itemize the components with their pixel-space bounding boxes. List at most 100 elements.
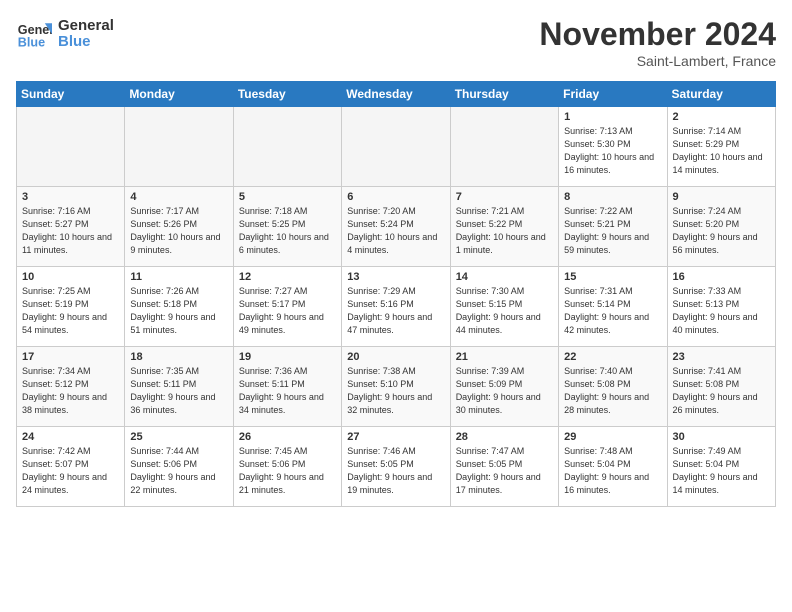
day-number: 14 <box>456 271 553 283</box>
day-info: Sunrise: 7:48 AMSunset: 5:04 PMDaylight:… <box>564 445 661 497</box>
calendar-cell <box>233 107 341 187</box>
day-number: 22 <box>564 351 661 363</box>
day-number: 10 <box>22 271 119 283</box>
day-number: 8 <box>564 191 661 203</box>
calendar-cell: 30 Sunrise: 7:49 AMSunset: 5:04 PMDayligh… <box>667 427 775 507</box>
day-number: 28 <box>456 431 553 443</box>
calendar-cell: 14 Sunrise: 7:30 AMSunset: 5:15 PMDayligh… <box>450 267 558 347</box>
calendar-cell: 3Sunrise: 7:16 AMSunset: 5:27 PMDaylight… <box>17 187 125 267</box>
day-info: Sunrise: 7:45 AMSunset: 5:06 PMDaylight:… <box>239 445 336 497</box>
day-info: Sunrise: 7:25 AMSunset: 5:19 PMDaylight:… <box>22 285 119 337</box>
day-info: Sunrise: 7:21 AMSunset: 5:22 PMDaylight:… <box>456 205 553 257</box>
calendar-cell: 4Sunrise: 7:17 AMSunset: 5:26 PMDaylight… <box>125 187 233 267</box>
day-info: Sunrise: 7:22 AMSunset: 5:21 PMDaylight:… <box>564 205 661 257</box>
logo-icon: General Blue <box>16 16 52 52</box>
day-number: 21 <box>456 351 553 363</box>
day-number: 16 <box>673 271 770 283</box>
calendar-cell <box>17 107 125 187</box>
calendar-table: SundayMondayTuesdayWednesdayThursdayFrid… <box>16 81 776 507</box>
day-info: Sunrise: 7:13 AMSunset: 5:30 PMDaylight:… <box>564 125 661 177</box>
day-info: Sunrise: 7:31 AMSunset: 5:14 PMDaylight:… <box>564 285 661 337</box>
calendar-cell: 10 Sunrise: 7:25 AMSunset: 5:19 PMDayligh… <box>17 267 125 347</box>
day-number: 2 <box>673 111 770 123</box>
calendar-cell: 18 Sunrise: 7:35 AMSunset: 5:11 PMDayligh… <box>125 347 233 427</box>
day-number: 17 <box>22 351 119 363</box>
svg-text:Blue: Blue <box>18 36 45 50</box>
header-friday: Friday <box>559 82 667 107</box>
calendar-cell: 15 Sunrise: 7:31 AMSunset: 5:14 PMDayligh… <box>559 267 667 347</box>
calendar-cell: 25Sunrise: 7:44 AMSunset: 5:06 PMDayligh… <box>125 427 233 507</box>
day-number: 24 <box>22 431 119 443</box>
day-info: Sunrise: 7:49 AMSunset: 5:04 PMDaylight:… <box>673 445 770 497</box>
day-info: Sunrise: 7:30 AMSunset: 5:15 PMDaylight:… <box>456 285 553 337</box>
day-info: Sunrise: 7:40 AMSunset: 5:08 PMDaylight:… <box>564 365 661 417</box>
calendar-cell: 9 Sunrise: 7:24 AMSunset: 5:20 PMDaylight… <box>667 187 775 267</box>
calendar-cell: 12 Sunrise: 7:27 AMSunset: 5:17 PMDayligh… <box>233 267 341 347</box>
header-sunday: Sunday <box>17 82 125 107</box>
calendar-cell <box>125 107 233 187</box>
calendar-cell: 22 Sunrise: 7:40 AMSunset: 5:08 PMDayligh… <box>559 347 667 427</box>
day-info: Sunrise: 7:46 AMSunset: 5:05 PMDaylight:… <box>347 445 444 497</box>
calendar-cell: 20 Sunrise: 7:38 AMSunset: 5:10 PMDayligh… <box>342 347 450 427</box>
day-info: Sunrise: 7:36 AMSunset: 5:11 PMDaylight:… <box>239 365 336 417</box>
calendar-cell: 28 Sunrise: 7:47 AMSunset: 5:05 PMDayligh… <box>450 427 558 507</box>
day-number: 12 <box>239 271 336 283</box>
day-info: Sunrise: 7:16 AMSunset: 5:27 PMDaylight:… <box>22 205 119 257</box>
day-info: Sunrise: 7:17 AMSunset: 5:26 PMDaylight:… <box>130 205 227 257</box>
calendar-cell: 5Sunrise: 7:18 AMSunset: 5:25 PMDaylight… <box>233 187 341 267</box>
header-saturday: Saturday <box>667 82 775 107</box>
day-info: Sunrise: 7:39 AMSunset: 5:09 PMDaylight:… <box>456 365 553 417</box>
calendar-cell <box>450 107 558 187</box>
calendar-cell: 16 Sunrise: 7:33 AMSunset: 5:13 PMDayligh… <box>667 267 775 347</box>
day-number: 13 <box>347 271 444 283</box>
calendar-cell: 23 Sunrise: 7:41 AMSunset: 5:08 PMDayligh… <box>667 347 775 427</box>
day-number: 1 <box>564 111 661 123</box>
day-number: 19 <box>239 351 336 363</box>
day-number: 9 <box>673 191 770 203</box>
day-info: Sunrise: 7:41 AMSunset: 5:08 PMDaylight:… <box>673 365 770 417</box>
calendar-header: SundayMondayTuesdayWednesdayThursdayFrid… <box>17 82 776 107</box>
calendar-cell: 24 Sunrise: 7:42 AMSunset: 5:07 PMDayligh… <box>17 427 125 507</box>
day-number: 11 <box>130 271 227 283</box>
day-number: 27 <box>347 431 444 443</box>
day-info: Sunrise: 7:35 AMSunset: 5:11 PMDaylight:… <box>130 365 227 417</box>
day-number: 23 <box>673 351 770 363</box>
calendar-cell: 29 Sunrise: 7:48 AMSunset: 5:04 PMDayligh… <box>559 427 667 507</box>
day-number: 30 <box>673 431 770 443</box>
day-info: Sunrise: 7:34 AMSunset: 5:12 PMDaylight:… <box>22 365 119 417</box>
day-info: Sunrise: 7:27 AMSunset: 5:17 PMDaylight:… <box>239 285 336 337</box>
day-info: Sunrise: 7:38 AMSunset: 5:10 PMDaylight:… <box>347 365 444 417</box>
day-info: Sunrise: 7:18 AMSunset: 5:25 PMDaylight:… <box>239 205 336 257</box>
calendar-cell: 21 Sunrise: 7:39 AMSunset: 5:09 PMDayligh… <box>450 347 558 427</box>
calendar-cell: 17 Sunrise: 7:34 AMSunset: 5:12 PMDayligh… <box>17 347 125 427</box>
header-wednesday: Wednesday <box>342 82 450 107</box>
day-info: Sunrise: 7:44 AMSunset: 5:06 PMDaylight:… <box>130 445 227 497</box>
calendar-cell <box>342 107 450 187</box>
calendar-cell: 19 Sunrise: 7:36 AMSunset: 5:11 PMDayligh… <box>233 347 341 427</box>
day-info: Sunrise: 7:29 AMSunset: 5:16 PMDaylight:… <box>347 285 444 337</box>
day-number: 26 <box>239 431 336 443</box>
day-number: 29 <box>564 431 661 443</box>
month-title: November 2024 <box>539 16 776 53</box>
logo: General Blue General Blue <box>16 16 114 52</box>
day-info: Sunrise: 7:47 AMSunset: 5:05 PMDaylight:… <box>456 445 553 497</box>
day-info: Sunrise: 7:33 AMSunset: 5:13 PMDaylight:… <box>673 285 770 337</box>
page-header: General Blue General Blue November 2024 … <box>16 16 776 69</box>
location: Saint-Lambert, France <box>539 53 776 69</box>
header-monday: Monday <box>125 82 233 107</box>
day-info: Sunrise: 7:24 AMSunset: 5:20 PMDaylight:… <box>673 205 770 257</box>
day-number: 15 <box>564 271 661 283</box>
calendar-cell: 27 Sunrise: 7:46 AMSunset: 5:05 PMDayligh… <box>342 427 450 507</box>
day-info: Sunrise: 7:42 AMSunset: 5:07 PMDaylight:… <box>22 445 119 497</box>
calendar-cell: 13 Sunrise: 7:29 AMSunset: 5:16 PMDayligh… <box>342 267 450 347</box>
calendar-cell: 6 Sunrise: 7:20 AMSunset: 5:24 PMDaylight… <box>342 187 450 267</box>
header-tuesday: Tuesday <box>233 82 341 107</box>
day-number: 20 <box>347 351 444 363</box>
header-thursday: Thursday <box>450 82 558 107</box>
day-number: 7 <box>456 191 553 203</box>
calendar-cell: 8 Sunrise: 7:22 AMSunset: 5:21 PMDaylight… <box>559 187 667 267</box>
calendar-cell: 11Sunrise: 7:26 AMSunset: 5:18 PMDayligh… <box>125 267 233 347</box>
day-info: Sunrise: 7:20 AMSunset: 5:24 PMDaylight:… <box>347 205 444 257</box>
day-number: 18 <box>130 351 227 363</box>
day-number: 6 <box>347 191 444 203</box>
